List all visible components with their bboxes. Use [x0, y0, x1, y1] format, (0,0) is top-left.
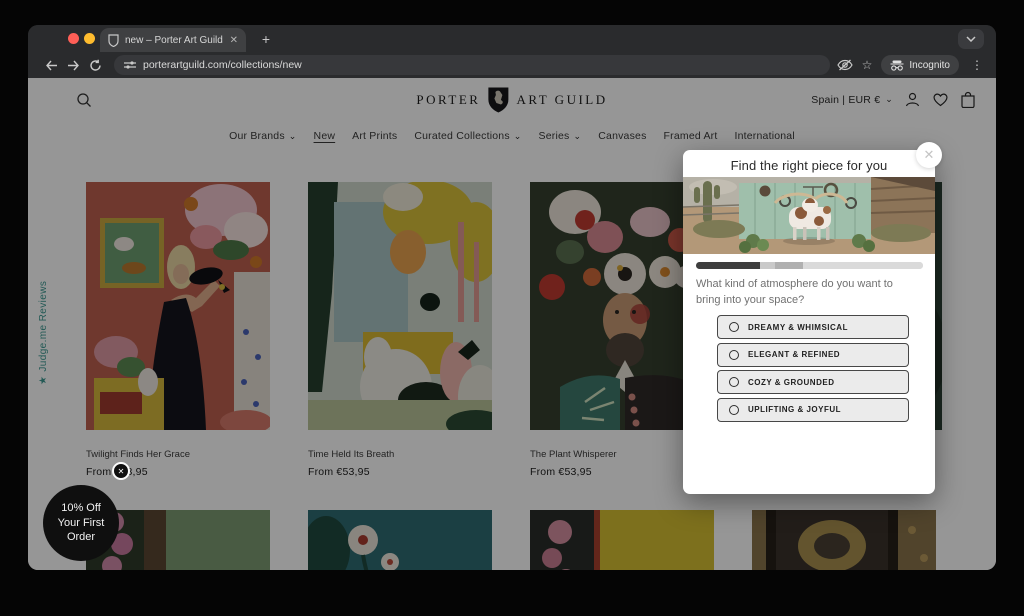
close-window-button[interactable] [68, 33, 79, 44]
minimize-window-button[interactable] [84, 33, 95, 44]
incognito-label: Incognito [909, 60, 950, 71]
reload-button[interactable] [84, 54, 106, 76]
discount-badge[interactable]: 10% Off Your First Order [43, 485, 119, 561]
bookmark-star-icon[interactable]: ☆ [862, 58, 873, 72]
back-button[interactable] [40, 54, 62, 76]
forward-button[interactable] [62, 54, 84, 76]
quiz-options: DREAMY & WHIMSICAL ELEGANT & REFINED COZ… [717, 315, 909, 422]
tab-close-icon[interactable]: ✕ [230, 35, 238, 46]
quiz-modal-close-button[interactable]: ✕ [916, 142, 942, 168]
quiz-question: What kind of atmosphere do you want to b… [696, 277, 916, 308]
quiz-option-elegant-refined[interactable]: ELEGANT & REFINED [717, 343, 909, 367]
quiz-western-cow-image [683, 177, 935, 254]
quiz-option-uplifting-joyful[interactable]: UPLIFTING & JOYFUL [717, 398, 909, 422]
quiz-progress-bar [696, 262, 923, 269]
radio-icon [729, 405, 739, 415]
url-field[interactable]: porterartguild.com/collections/new [114, 55, 830, 75]
password-eye-off-icon[interactable] [837, 59, 853, 71]
discount-badge-close-button[interactable]: ✕ [112, 462, 130, 480]
webpage: PORTER ART GUILD Spain | EUR € ⌄ [28, 78, 996, 570]
radio-icon [729, 322, 739, 332]
quiz-option-dreamy-whimsical[interactable]: DREAMY & WHIMSICAL [717, 315, 909, 339]
quiz-modal: Find the right piece for you ✕ [683, 150, 935, 494]
browser-window: new – Porter Art Guild ✕ + porterartgui [28, 25, 996, 570]
browser-menu-icon[interactable]: ⋮ [968, 58, 986, 72]
url-text: porterartguild.com/collections/new [143, 59, 302, 71]
quiz-option-cozy-grounded[interactable]: COZY & GROUNDED [717, 370, 909, 394]
tab-title: new – Porter Art Guild [125, 35, 224, 46]
incognito-badge: Incognito [881, 55, 959, 75]
browser-titlebar: new – Porter Art Guild ✕ + [28, 25, 996, 52]
radio-icon [729, 377, 739, 387]
browser-urlbar: porterartguild.com/collections/new ☆ Inc… [28, 52, 996, 78]
tab-search-chevron-button[interactable] [958, 29, 984, 49]
browser-tab[interactable]: new – Porter Art Guild ✕ [100, 28, 246, 52]
incognito-icon [890, 60, 904, 71]
new-tab-button[interactable]: + [256, 30, 276, 50]
favicon-crest-icon [108, 34, 119, 47]
quiz-modal-title: Find the right piece for you [683, 150, 935, 173]
chevron-down-icon [966, 36, 976, 42]
close-icon: ✕ [924, 147, 935, 163]
radio-icon [729, 350, 739, 360]
close-icon: ✕ [118, 467, 125, 476]
site-settings-tune-icon [124, 60, 136, 70]
